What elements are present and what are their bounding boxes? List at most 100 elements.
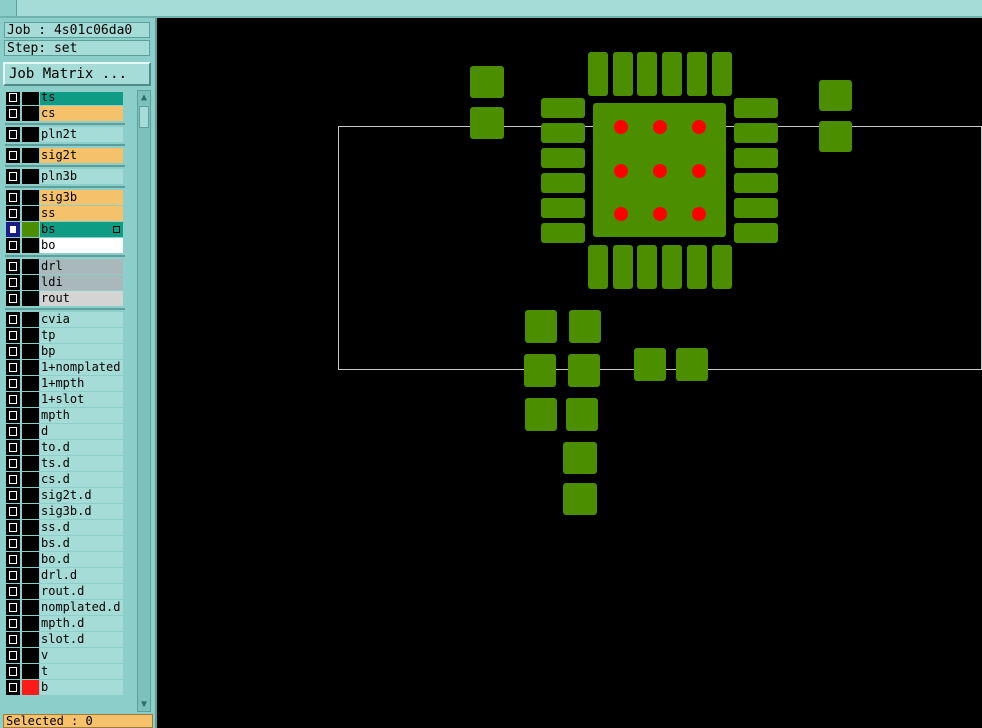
- layer-color-swatch[interactable]: [22, 206, 39, 221]
- layer-name[interactable]: ldi: [40, 275, 123, 290]
- layer-row-ss[interactable]: ss: [5, 206, 125, 221]
- layer-name[interactable]: cs: [40, 106, 123, 121]
- layer-row-ss-d[interactable]: ss.d: [5, 520, 125, 535]
- layer-checkbox-icon[interactable]: [6, 664, 20, 679]
- layer-row-bo[interactable]: bo: [5, 238, 125, 253]
- layer-name[interactable]: pln3b: [40, 169, 123, 184]
- layer-name[interactable]: bs: [40, 222, 123, 237]
- layer-name[interactable]: 1+slot: [40, 392, 123, 407]
- layer-row-drl[interactable]: drl: [5, 259, 125, 274]
- layer-name[interactable]: bo.d: [40, 552, 123, 567]
- layer-checkbox-icon[interactable]: [6, 360, 20, 375]
- layer-name[interactable]: mpth: [40, 408, 123, 423]
- layer-row-1-nomplated[interactable]: 1+nomplated: [5, 360, 125, 375]
- layer-color-swatch[interactable]: [22, 344, 39, 359]
- layer-name[interactable]: v: [40, 648, 123, 663]
- layer-checkbox-icon[interactable]: [6, 584, 20, 599]
- layer-color-swatch[interactable]: [22, 106, 39, 121]
- layer-name[interactable]: bs.d: [40, 536, 123, 551]
- layer-checkbox-icon[interactable]: [6, 408, 20, 423]
- layer-color-swatch[interactable]: [22, 275, 39, 290]
- layer-color-swatch[interactable]: [22, 376, 39, 391]
- layer-name[interactable]: bp: [40, 344, 123, 359]
- layer-checkbox-icon[interactable]: [6, 440, 20, 455]
- layer-row-sig3b[interactable]: sig3b: [5, 190, 125, 205]
- layer-row-t[interactable]: t: [5, 664, 125, 679]
- layer-name[interactable]: sig3b.d: [40, 504, 123, 519]
- layer-name[interactable]: d: [40, 424, 123, 439]
- layer-color-swatch[interactable]: [22, 328, 39, 343]
- layer-checkbox-icon[interactable]: [6, 424, 20, 439]
- layer-checkbox-icon[interactable]: [6, 472, 20, 487]
- layer-color-swatch[interactable]: [22, 536, 39, 551]
- layer-name[interactable]: rout.d: [40, 584, 123, 599]
- layer-name[interactable]: cvia: [40, 312, 123, 327]
- layer-name[interactable]: ss.d: [40, 520, 123, 535]
- layer-checkbox-icon[interactable]: [6, 275, 20, 290]
- layer-row-cs[interactable]: cs: [5, 106, 125, 121]
- layer-name[interactable]: slot.d: [40, 632, 123, 647]
- layer-color-swatch[interactable]: [22, 148, 39, 163]
- layer-name[interactable]: 1+nomplated: [40, 360, 123, 375]
- layer-checkbox-icon[interactable]: [6, 259, 20, 274]
- layer-row-mpth-d[interactable]: mpth.d: [5, 616, 125, 631]
- layer-name[interactable]: drl.d: [40, 568, 123, 583]
- layer-color-swatch[interactable]: [22, 312, 39, 327]
- layer-color-swatch[interactable]: [22, 456, 39, 471]
- layer-color-swatch[interactable]: [22, 520, 39, 535]
- layer-row-bs[interactable]: bs: [5, 222, 125, 237]
- layer-checkbox-icon[interactable]: [6, 568, 20, 583]
- layer-name[interactable]: drl: [40, 259, 123, 274]
- layer-name[interactable]: tp: [40, 328, 123, 343]
- layer-name[interactable]: mpth.d: [40, 616, 123, 631]
- layer-checkbox-icon[interactable]: [6, 222, 20, 237]
- layer-color-swatch[interactable]: [22, 238, 39, 253]
- layer-name[interactable]: ts: [40, 92, 123, 105]
- layer-checkbox-icon[interactable]: [6, 206, 20, 221]
- layer-checkbox-icon[interactable]: [6, 238, 20, 253]
- layer-color-swatch[interactable]: [22, 440, 39, 455]
- layer-checkbox-icon[interactable]: [6, 600, 20, 615]
- layer-color-swatch[interactable]: [22, 360, 39, 375]
- layer-checkbox-icon[interactable]: [6, 520, 20, 535]
- layer-color-swatch[interactable]: [22, 680, 39, 695]
- layer-row-ts[interactable]: ts: [5, 92, 125, 105]
- layer-checkbox-icon[interactable]: [6, 392, 20, 407]
- layer-row-b[interactable]: b: [5, 680, 125, 695]
- layer-color-swatch[interactable]: [22, 664, 39, 679]
- layer-checkbox-icon[interactable]: [6, 536, 20, 551]
- layer-row-bs-d[interactable]: bs.d: [5, 536, 125, 551]
- layer-color-swatch[interactable]: [22, 291, 39, 306]
- layer-row-pln2t[interactable]: pln2t: [5, 127, 125, 142]
- layer-color-swatch[interactable]: [22, 616, 39, 631]
- layer-color-swatch[interactable]: [22, 92, 39, 105]
- layer-checkbox-icon[interactable]: [6, 632, 20, 647]
- layer-row-rout-d[interactable]: rout.d: [5, 584, 125, 599]
- scroll-down-arrow-icon[interactable]: ▼: [138, 698, 150, 711]
- layer-checkbox-icon[interactable]: [6, 616, 20, 631]
- layer-row-rout[interactable]: rout: [5, 291, 125, 306]
- layer-name[interactable]: ss: [40, 206, 123, 221]
- layer-row-sig2t[interactable]: sig2t: [5, 148, 125, 163]
- layer-color-swatch[interactable]: [22, 424, 39, 439]
- layer-checkbox-icon[interactable]: [6, 456, 20, 471]
- layer-checkbox-icon[interactable]: [6, 190, 20, 205]
- layer-checkbox-icon[interactable]: [6, 680, 20, 695]
- layer-color-swatch[interactable]: [22, 600, 39, 615]
- layer-name[interactable]: sig2t: [40, 148, 123, 163]
- layer-row-bo-d[interactable]: bo.d: [5, 552, 125, 567]
- layer-row-tp[interactable]: tp: [5, 328, 125, 343]
- layer-color-swatch[interactable]: [22, 190, 39, 205]
- job-matrix-button[interactable]: Job Matrix ...: [3, 62, 151, 86]
- layer-row-1-mpth[interactable]: 1+mpth: [5, 376, 125, 391]
- layer-color-swatch[interactable]: [22, 222, 39, 237]
- layer-row-cs-d[interactable]: cs.d: [5, 472, 125, 487]
- layer-row-nomplated-d[interactable]: nomplated.d: [5, 600, 125, 615]
- layer-list-scrollbar[interactable]: ▲ ▼: [137, 90, 151, 712]
- layer-color-swatch[interactable]: [22, 472, 39, 487]
- layer-color-swatch[interactable]: [22, 568, 39, 583]
- layer-color-swatch[interactable]: [22, 408, 39, 423]
- layer-color-swatch[interactable]: [22, 392, 39, 407]
- layer-name[interactable]: b: [40, 680, 123, 695]
- layer-row-1-slot[interactable]: 1+slot: [5, 392, 125, 407]
